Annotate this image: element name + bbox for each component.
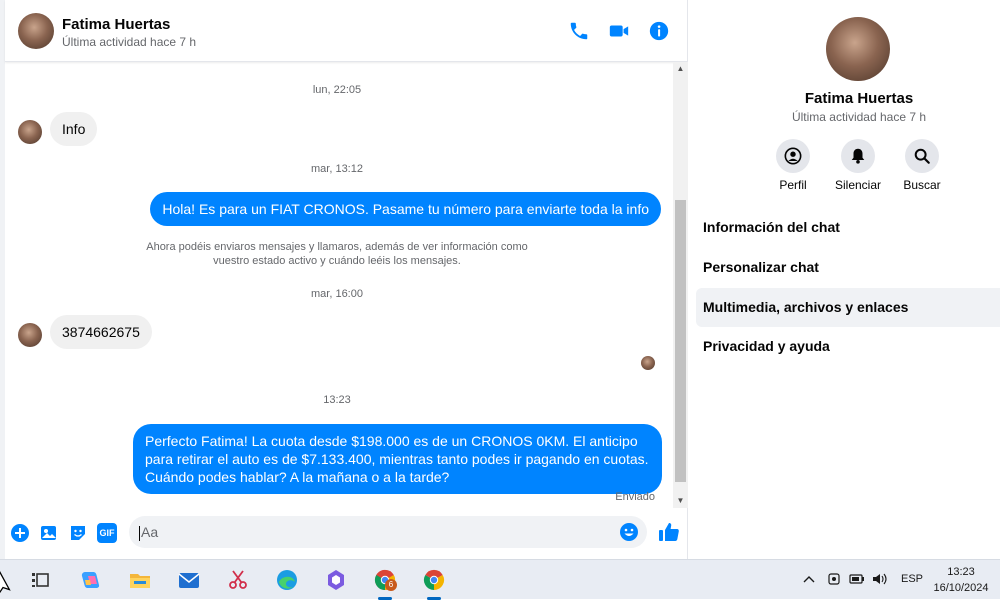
search-button-label: Buscar [903,178,941,192]
system-note: Ahora podéis enviaros mensajes y llamaro… [146,241,528,267]
search-icon [914,148,930,164]
task-view-icon[interactable] [28,568,52,592]
chat-pane: Fatima Huertas Última actividad hace 7 h… [5,0,688,559]
message-input[interactable]: Aa [129,516,647,548]
thumbs-up-icon[interactable] [657,520,681,544]
contact-status: Última actividad hace 7 h [62,35,197,49]
profile-name: Fatima Huertas [804,90,914,107]
search-button[interactable]: Buscar [889,139,955,192]
edge-icon[interactable] [275,568,299,592]
gif-icon[interactable]: GIF [97,523,117,543]
bell-icon [851,148,865,164]
show-hidden-icons-icon[interactable] [803,573,815,585]
messenger-window: Fatima Huertas Última actividad hace 7 h… [0,0,1000,559]
menu-chat-info[interactable]: Información del chat [696,208,1000,247]
input-language[interactable]: ESP [901,573,923,585]
image-icon[interactable] [39,523,59,543]
video-call-icon[interactable] [608,20,630,42]
file-explorer-icon[interactable] [128,568,152,592]
contact-message-avatar[interactable] [18,120,42,144]
scroll-up-arrow-icon[interactable]: ▲ [673,62,688,76]
chat-header: Fatima Huertas Última actividad hace 7 h [5,0,688,62]
timestamp: 13:23 [323,394,351,406]
mute-button[interactable]: Silenciar [825,139,891,192]
info-icon[interactable] [648,20,670,42]
outgoing-message[interactable]: Perfecto Fatima! La cuota desde $198.000… [133,424,662,494]
chrome-icon[interactable] [422,568,446,592]
message-scrollbar[interactable]: ▲ ▼ [673,62,688,508]
contact-name[interactable]: Fatima Huertas [62,16,170,33]
clock-time: 13:23 [947,566,975,578]
profile-button[interactable]: Perfil [760,139,826,192]
incoming-message[interactable]: Info [50,112,98,146]
phone-icon[interactable] [568,20,590,42]
message-list[interactable]: lun, 22:05 Info mar, 13:12 Hola! Es para… [5,62,673,508]
cursor-icon [0,571,11,594]
message-input-placeholder: Aa [141,524,159,540]
menu-media-files-links[interactable]: Multimedia, archivos y enlaces [696,288,1000,327]
sticker-icon[interactable] [68,523,88,543]
timestamp: mar, 16:00 [311,288,363,300]
outgoing-message[interactable]: Hola! Es para un FIAT CRONOS. Pasame tu … [150,192,661,226]
plus-icon[interactable] [10,523,30,543]
copilot-icon[interactable] [79,568,103,592]
contact-avatar[interactable] [18,13,54,49]
menu-customize-chat[interactable]: Personalizar chat [696,248,1000,287]
timestamp: lun, 22:05 [312,84,362,96]
system-clock[interactable]: 13:23 16/10/2024 [926,564,996,596]
windows-taskbar: 6 ESP 13:23 16/10/2024 [0,559,1000,600]
timestamp: mar, 13:12 [311,163,363,175]
incoming-message[interactable]: 3874662675 [50,315,152,349]
chat-info-panel: Fatima Huertas Última actividad hace 7 h… [688,0,1000,559]
profile-status: Última actividad hace 7 h [791,110,927,124]
profile-avatar[interactable] [826,17,890,81]
snipping-tool-icon[interactable] [226,568,250,592]
seen-indicator-avatar [641,356,655,370]
text-caret [139,525,140,541]
chrome-badge: 6 [385,579,397,591]
battery-icon[interactable] [849,572,865,586]
composer-bar: GIF Aa [5,508,688,559]
menu-privacy-help[interactable]: Privacidad y ayuda [696,327,1000,366]
volume-icon[interactable] [872,572,888,586]
profile-icon [784,147,802,165]
m365-icon[interactable] [324,568,348,592]
mute-button-label: Silenciar [834,178,882,192]
profile-button-label: Perfil [779,178,807,192]
scroll-thumb[interactable] [675,200,686,482]
mail-icon[interactable] [177,568,201,592]
clock-date: 16/10/2024 [933,582,989,594]
contact-message-avatar[interactable] [18,323,42,347]
scroll-down-arrow-icon[interactable]: ▼ [673,494,688,508]
camera-privacy-icon[interactable] [827,572,841,586]
emoji-icon[interactable] [619,522,639,542]
sent-status: Enviado [615,491,655,503]
